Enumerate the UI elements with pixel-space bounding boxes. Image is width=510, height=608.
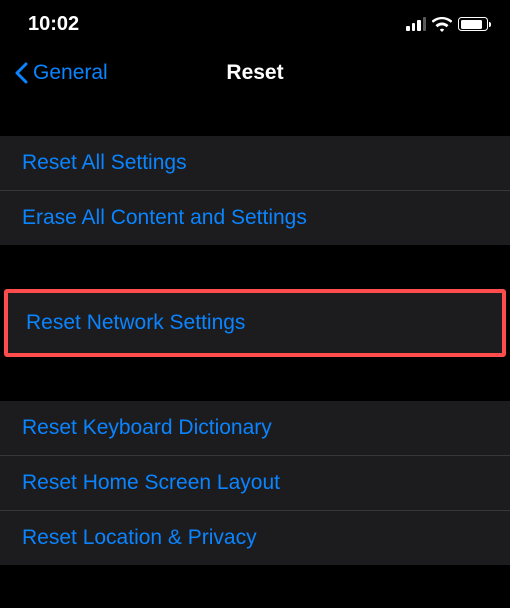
battery-icon: [458, 17, 488, 31]
status-time: 10:02: [28, 13, 79, 36]
status-right-icons: [406, 17, 488, 32]
reset-network-settings-item[interactable]: Reset Network Settings: [8, 293, 502, 353]
reset-home-screen-layout-item[interactable]: Reset Home Screen Layout: [0, 456, 510, 511]
cellular-signal-icon: [406, 17, 426, 31]
highlighted-section: Reset Network Settings: [4, 289, 506, 357]
section-group-1: Reset All Settings Erase All Content and…: [0, 136, 510, 245]
navigation-bar: General Reset: [0, 48, 510, 98]
page-title: Reset: [226, 61, 283, 85]
status-bar: 10:02: [0, 0, 510, 48]
reset-keyboard-dictionary-item[interactable]: Reset Keyboard Dictionary: [0, 401, 510, 456]
back-button[interactable]: General: [14, 61, 108, 85]
chevron-left-icon: [14, 62, 28, 84]
back-label: General: [33, 61, 108, 85]
wifi-icon: [432, 17, 452, 32]
reset-all-settings-item[interactable]: Reset All Settings: [0, 136, 510, 191]
content: Reset All Settings Erase All Content and…: [0, 136, 510, 565]
reset-location-privacy-item[interactable]: Reset Location & Privacy: [0, 511, 510, 565]
erase-all-content-item[interactable]: Erase All Content and Settings: [0, 191, 510, 245]
section-group-2: Reset Keyboard Dictionary Reset Home Scr…: [0, 401, 510, 565]
